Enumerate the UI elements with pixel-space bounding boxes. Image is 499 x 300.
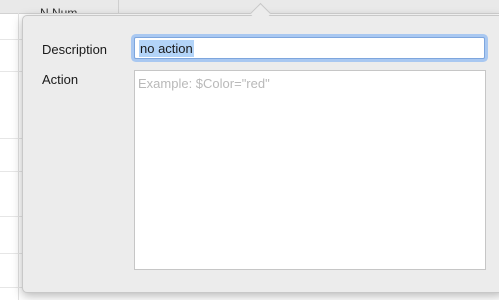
action-label: Action xyxy=(42,72,79,87)
action-placeholder: Example: $Color="red" xyxy=(138,76,270,91)
description-value: no action xyxy=(139,40,194,57)
column-divider xyxy=(118,0,119,13)
action-textarea[interactable]: Example: $Color="red" xyxy=(134,70,486,270)
table-edge xyxy=(18,13,19,300)
table-header: N Num xyxy=(0,0,499,14)
table-header-cell: N Num xyxy=(40,6,78,13)
description-field[interactable]: no action xyxy=(134,37,485,59)
description-label: Description xyxy=(42,42,108,57)
